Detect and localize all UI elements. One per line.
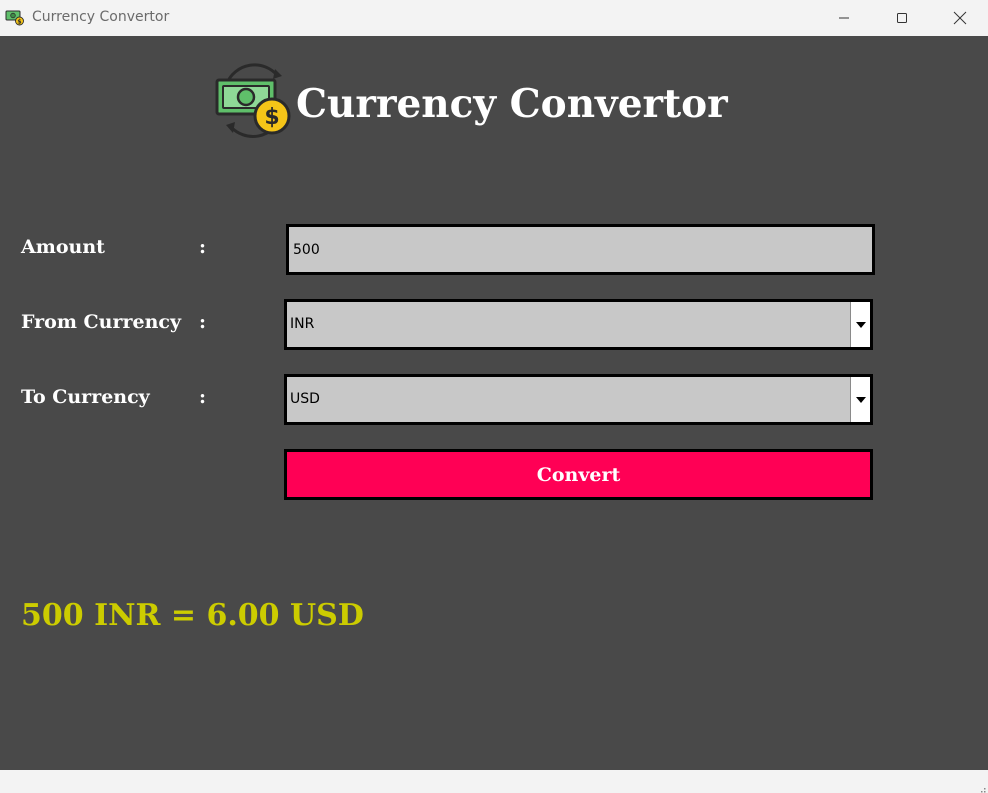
minimize-icon [838, 12, 850, 24]
from-currency-colon: : [199, 311, 207, 333]
conversion-result: 500 INR = 6.00 USD [21, 598, 364, 633]
from-currency-label: From Currency [21, 311, 182, 333]
to-currency-label: To Currency [21, 386, 150, 408]
maximize-button[interactable] [873, 0, 931, 35]
main-panel: $ Currency Convertor Amount : From Curre… [0, 36, 988, 770]
money-exchange-icon: $ [5, 7, 25, 27]
svg-text:$: $ [17, 19, 21, 26]
app-window: $ Currency Convertor $ Currency Converto… [0, 0, 988, 793]
amount-colon: : [199, 236, 207, 258]
close-icon [953, 11, 967, 25]
from-currency-value: INR [290, 316, 315, 332]
title-bar: $ Currency Convertor [0, 0, 988, 35]
chevron-down-icon[interactable] [850, 377, 870, 422]
status-bar [0, 770, 988, 793]
minimize-button[interactable] [815, 0, 873, 35]
amount-field[interactable] [286, 224, 875, 275]
to-currency-value: USD [290, 391, 320, 407]
money-exchange-icon: $ [215, 61, 293, 139]
window-title: Currency Convertor [32, 9, 170, 25]
amount-input[interactable] [289, 227, 872, 272]
from-currency-select[interactable]: INR [284, 299, 873, 350]
maximize-icon [896, 12, 908, 24]
close-button[interactable] [931, 0, 988, 35]
to-currency-select[interactable]: USD [284, 374, 873, 425]
resize-grip-icon[interactable] [976, 781, 986, 793]
chevron-down-icon[interactable] [850, 302, 870, 347]
svg-text:$: $ [264, 105, 279, 130]
amount-label: Amount [21, 236, 105, 258]
convert-button[interactable]: Convert [284, 449, 873, 500]
to-currency-colon: : [199, 386, 207, 408]
app-title: Currency Convertor [296, 81, 728, 127]
